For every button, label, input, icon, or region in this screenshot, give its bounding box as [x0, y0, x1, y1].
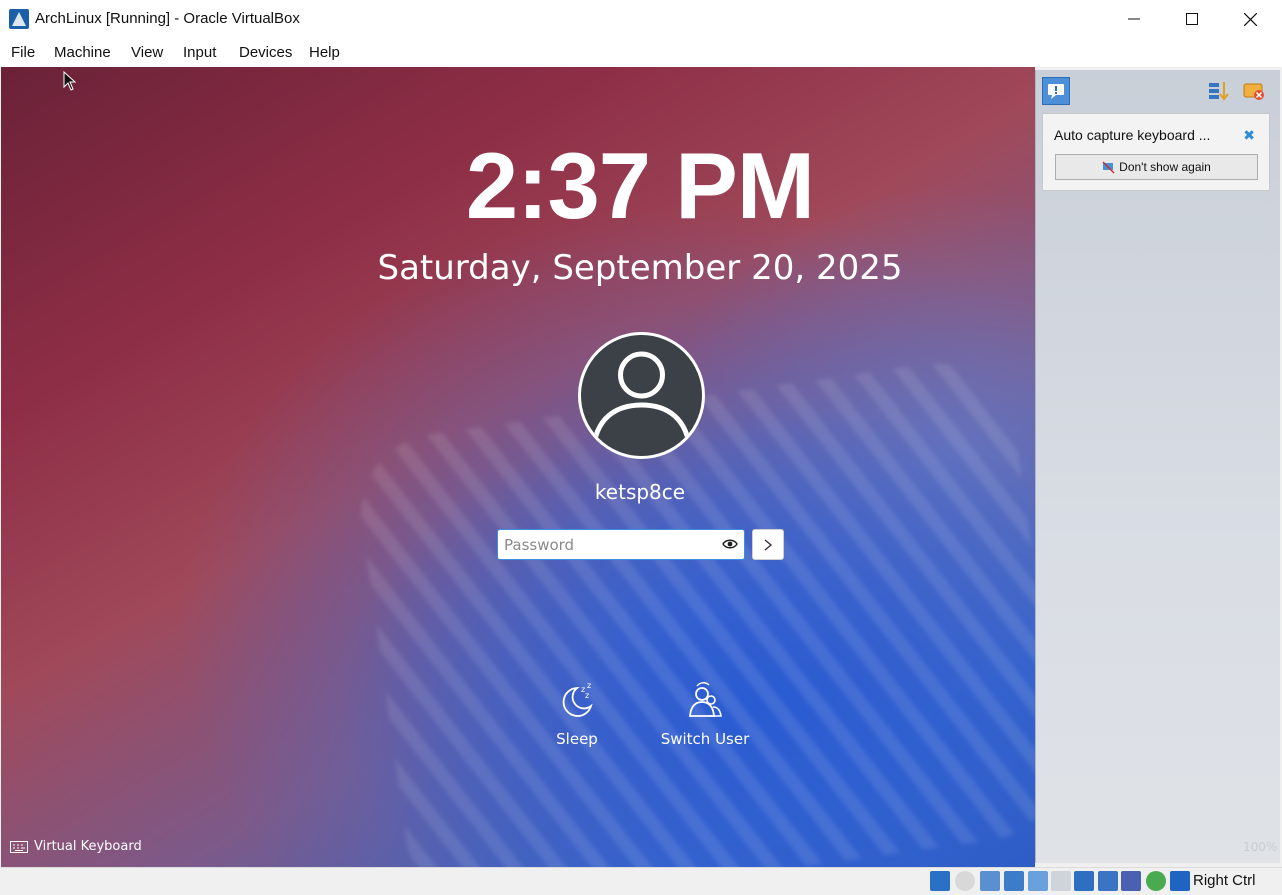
minimize-button[interactable] [1105, 0, 1163, 38]
menu-view[interactable]: View [131, 44, 163, 61]
hard-disk-icon[interactable] [930, 871, 950, 891]
svg-text:z: z [587, 681, 591, 690]
close-button[interactable] [1221, 0, 1279, 38]
user-avatar [578, 332, 705, 459]
svg-text:z: z [585, 691, 589, 700]
password-input[interactable] [502, 533, 716, 557]
keyboard-capture-icon[interactable] [1170, 871, 1190, 891]
title-bar: ArchLinux [Running] - Oracle VirtualBox [0, 0, 1282, 38]
dont-show-again-button[interactable]: Don't show again [1055, 154, 1258, 180]
dont-show-again-label: Don't show again [1119, 160, 1211, 174]
sleep-label: Sleep [556, 730, 598, 748]
notification-icon[interactable] [1042, 77, 1070, 105]
notification-title: Auto capture keyboard ... [1054, 127, 1211, 143]
audio-icon[interactable] [980, 871, 1000, 891]
menu-input[interactable]: Input [183, 44, 216, 61]
optical-drive-icon[interactable] [955, 871, 975, 891]
user-avatar-icon [590, 351, 693, 454]
window-title: ArchLinux [Running] - Oracle VirtualBox [35, 10, 300, 27]
sleep-button[interactable]: z z z Sleep [547, 680, 607, 748]
virtual-keyboard-button[interactable]: Virtual Keyboard [10, 839, 142, 854]
switch-user-label: Switch User [660, 730, 750, 748]
virtual-keyboard-label: Virtual Keyboard [34, 839, 142, 854]
display-icon[interactable] [1074, 871, 1094, 891]
virtualization-icon[interactable] [1121, 871, 1141, 891]
switch-user-icon [689, 682, 722, 717]
zoom-level: 100% [1243, 840, 1278, 854]
mouse-cursor-icon [63, 71, 77, 91]
menu-file[interactable]: File [11, 44, 35, 61]
sort-notifications-icon[interactable] [1205, 78, 1233, 106]
show-password-icon[interactable] [722, 536, 738, 552]
menu-devices[interactable]: Devices [239, 44, 292, 61]
notification-close-icon[interactable]: ✖ [1243, 128, 1255, 144]
mouse-integration-icon[interactable] [1146, 871, 1166, 891]
close-icon [1243, 12, 1257, 26]
login-submit-button[interactable] [752, 529, 784, 560]
minimize-icon [1128, 18, 1140, 20]
password-field-container [497, 529, 745, 560]
maximize-icon [1186, 13, 1198, 25]
sleep-icon: z z z [562, 681, 593, 717]
usb-icon[interactable] [1028, 871, 1048, 891]
host-key-label: Right Ctrl [1193, 872, 1256, 889]
switch-user-button[interactable]: Switch User [660, 680, 750, 748]
keyboard-icon [10, 840, 28, 853]
shared-folders-icon[interactable] [1051, 871, 1071, 891]
notification-card: Auto capture keyboard ... ✖ Don't show a… [1042, 113, 1270, 191]
maximize-button[interactable] [1163, 0, 1221, 38]
virtualbox-app-icon [9, 9, 29, 29]
menu-machine[interactable]: Machine [54, 44, 111, 61]
dismiss-all-notifications-icon[interactable] [1241, 78, 1269, 106]
menu-help[interactable]: Help [309, 44, 340, 61]
chevron-right-icon [764, 538, 773, 551]
network-icon[interactable] [1004, 871, 1024, 891]
recording-icon[interactable] [1098, 871, 1118, 891]
no-notify-icon [1102, 161, 1115, 173]
